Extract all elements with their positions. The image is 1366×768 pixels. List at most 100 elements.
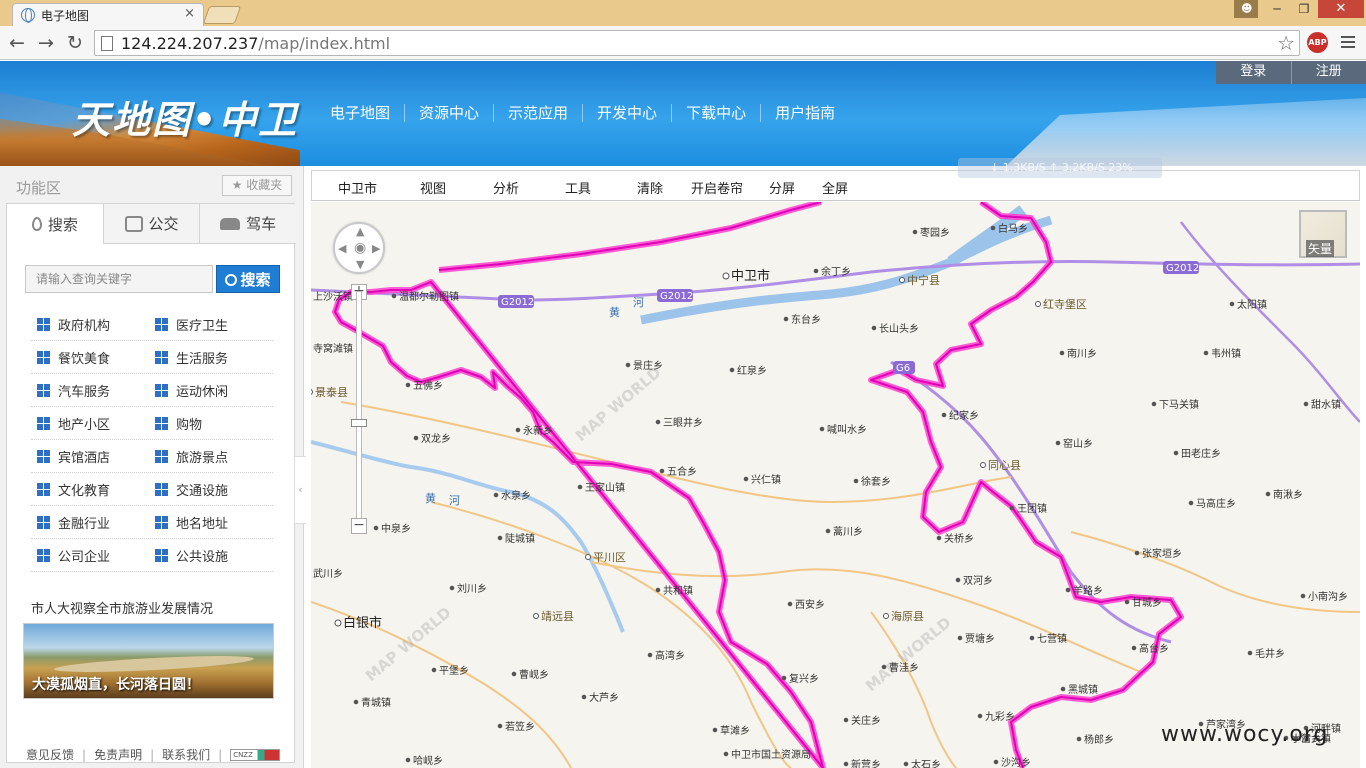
disclaimer-link[interactable]: 免责声明 — [94, 746, 142, 763]
place-label[interactable]: 七营镇 — [1037, 632, 1067, 645]
toolbar-clear[interactable]: 清除 — [637, 178, 663, 197]
zoom-handle[interactable] — [351, 419, 367, 427]
place-label[interactable]: 景泰县 — [315, 385, 348, 399]
place-label[interactable]: 毛井乡 — [1255, 647, 1285, 660]
place-label[interactable]: 曹岘乡 — [519, 668, 549, 681]
category-item[interactable]: 地产小区 — [31, 414, 149, 433]
category-item[interactable]: 汽车服务 — [31, 381, 149, 400]
bookmark-star-icon[interactable]: ☆ — [1277, 31, 1295, 55]
place-label[interactable]: 青城镇 — [361, 696, 391, 709]
pan-center-icon[interactable]: ◉ — [354, 240, 366, 256]
toolbar-analysis[interactable]: 分析 — [493, 178, 519, 197]
place-label[interactable]: 中宁县 — [907, 273, 940, 287]
place-label[interactable]: 兴仁镇 — [751, 473, 781, 486]
category-item[interactable]: 金融行业 — [31, 513, 149, 532]
pan-down-icon[interactable]: ▼ — [356, 258, 364, 271]
category-item[interactable]: 运动休闲 — [149, 381, 267, 400]
place-label[interactable]: 靖远县 — [541, 610, 574, 623]
place-label[interactable]: 田老庄乡 — [1181, 447, 1221, 460]
place-label[interactable]: 新营乡 — [851, 758, 881, 768]
category-item[interactable]: 公共设施 — [149, 546, 267, 565]
toolbar-tools[interactable]: 工具 — [565, 178, 591, 197]
zoom-slider[interactable] — [356, 291, 362, 519]
place-label[interactable]: 南川乡 — [1067, 347, 1097, 360]
place-label[interactable]: 中卫市 — [731, 268, 770, 284]
browser-tab[interactable]: 电子地图 × — [12, 3, 204, 26]
back-icon[interactable]: ← — [5, 31, 29, 55]
place-label[interactable]: 白马乡 — [998, 222, 1028, 235]
place-label[interactable]: 白银市 — [343, 615, 382, 631]
place-label[interactable]: 双河乡 — [963, 575, 993, 587]
register-button[interactable]: 注册 — [1290, 61, 1366, 84]
category-item[interactable]: 宾馆酒店 — [31, 447, 149, 466]
pan-left-icon[interactable]: ◀ — [338, 242, 346, 255]
place-label[interactable]: 纪家乡 — [949, 409, 979, 422]
place-label[interactable]: 若笠乡 — [505, 720, 535, 733]
place-label[interactable]: 曹洼乡 — [889, 661, 919, 674]
place-label[interactable]: 杨郎乡 — [1084, 733, 1114, 746]
browser-menu-icon[interactable] — [1341, 36, 1355, 51]
place-label[interactable]: 五佛乡 — [413, 379, 443, 392]
category-item[interactable]: 旅游景点 — [149, 447, 267, 466]
nav-electronic-map[interactable]: 电子地图 — [316, 104, 404, 122]
place-label[interactable]: 甘城乡 — [1132, 596, 1162, 609]
place-label[interactable]: 复兴乡 — [789, 672, 819, 685]
place-label[interactable]: 温都尔勒图镇 — [399, 290, 459, 303]
place-label[interactable]: 五合乡 — [667, 465, 697, 478]
category-item[interactable]: 公司企业 — [31, 546, 149, 565]
place-label[interactable]: 太石乡 — [911, 758, 941, 768]
place-label[interactable]: 红寺堡区 — [1043, 297, 1087, 311]
place-label[interactable]: 平川区 — [593, 551, 626, 564]
nav-download-center[interactable]: 下载中心 — [671, 104, 760, 122]
place-label[interactable]: 同心县 — [988, 459, 1021, 472]
place-label[interactable]: 张家垣乡 — [1142, 547, 1182, 560]
place-label[interactable]: 中卫市国土资源局 — [731, 748, 811, 761]
place-label[interactable]: 九彩乡 — [985, 711, 1015, 723]
window-close-button[interactable]: ✕ — [1318, 0, 1364, 18]
place-label[interactable]: 关庄乡 — [851, 714, 881, 727]
login-button[interactable]: 登录 — [1216, 61, 1291, 84]
layer-switch[interactable]: 矢量 — [1299, 210, 1347, 258]
toolbar-swipe[interactable]: 开启卷帘 — [691, 178, 743, 197]
place-label[interactable]: 南湫乡 — [1273, 488, 1303, 501]
place-label[interactable]: 水泉乡 — [501, 489, 531, 502]
category-item[interactable]: 政府机构 — [31, 315, 149, 334]
place-label[interactable]: 蒿川乡 — [833, 526, 863, 538]
zoom-out-button[interactable]: − — [351, 518, 367, 534]
pan-control[interactable]: ▲ ▼ ◀ ▶ ◉ — [333, 222, 385, 274]
category-item[interactable]: 文化教育 — [31, 480, 149, 499]
search-button[interactable]: 搜索 — [216, 265, 280, 293]
place-label[interactable]: 永新乡 — [523, 424, 553, 437]
url-text[interactable]: 124.224.207.237/map/index.html — [121, 34, 390, 53]
address-bar[interactable]: 124.224.207.237/map/index.html ☆ — [94, 30, 1300, 56]
place-label[interactable]: 下马关镇 — [1159, 398, 1199, 411]
place-label[interactable]: 太阳镇 — [1237, 298, 1267, 311]
place-label[interactable]: 武川乡 — [313, 567, 343, 580]
place-label[interactable]: 共和镇 — [663, 584, 693, 597]
tab-drive[interactable]: 驾车 — [199, 204, 297, 244]
place-label[interactable]: 余丁乡 — [821, 265, 851, 278]
category-item[interactable]: 生活服务 — [149, 348, 267, 367]
toolbar-fullscreen[interactable]: 全屏 — [822, 178, 848, 197]
place-label[interactable]: 马高庄乡 — [1196, 497, 1236, 510]
search-input[interactable]: 请输入查询关键字 — [25, 265, 213, 293]
place-label[interactable]: 大芦乡 — [589, 691, 619, 704]
nav-demo-apps[interactable]: 示范应用 — [493, 104, 582, 122]
place-label[interactable]: 喊叫水乡 — [827, 424, 867, 436]
minimize-button[interactable]: ─ — [1264, 0, 1290, 18]
pan-up-icon[interactable]: ▲ — [356, 225, 364, 238]
nav-dev-center[interactable]: 开发中心 — [582, 104, 671, 122]
feedback-link[interactable]: 意见反馈 — [26, 746, 74, 763]
place-label[interactable]: 陡城镇 — [505, 532, 535, 545]
place-label[interactable]: 徐套乡 — [861, 475, 891, 488]
place-label[interactable]: 东台乡 — [791, 313, 821, 326]
place-label[interactable]: 窑山乡 — [1063, 437, 1093, 450]
place-label[interactable]: 寺窝滩镇 — [313, 342, 353, 355]
reload-icon[interactable]: ↻ — [63, 31, 87, 55]
place-label[interactable]: 王家山镇 — [585, 481, 625, 494]
toolbar-view[interactable]: 视图 — [420, 178, 446, 197]
pan-right-icon[interactable]: ▶ — [372, 242, 380, 255]
adblock-icon[interactable]: ABP — [1307, 32, 1328, 53]
category-item[interactable]: 购物 — [149, 414, 267, 433]
category-item[interactable]: 交通设施 — [149, 480, 267, 499]
